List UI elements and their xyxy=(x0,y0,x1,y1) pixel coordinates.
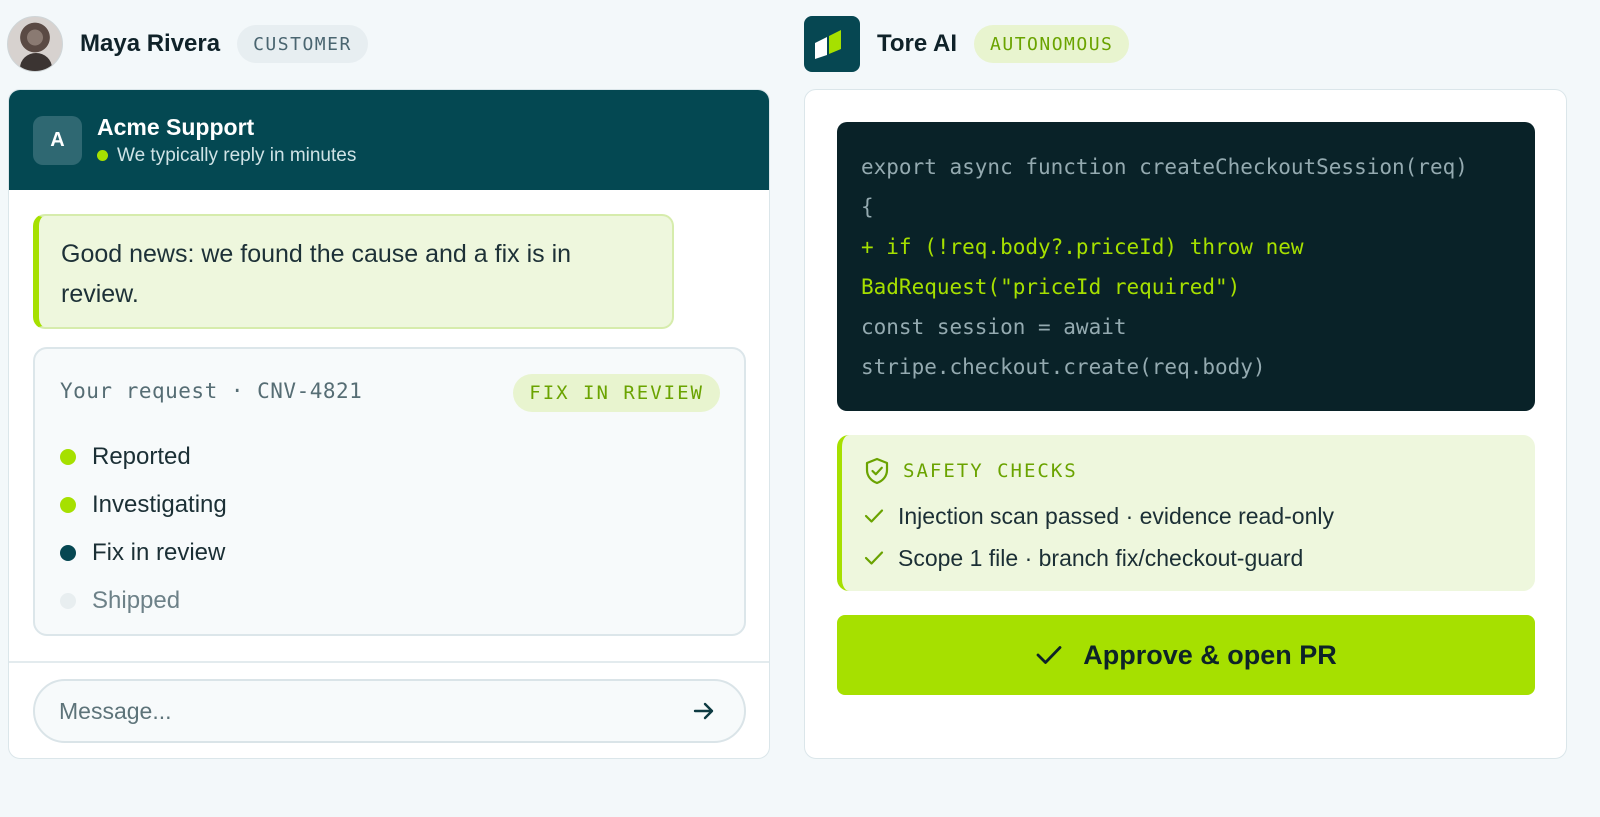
composer-divider xyxy=(9,661,769,663)
request-status-badge: FIX IN REVIEW xyxy=(513,374,720,412)
step-label: Shipped xyxy=(92,587,181,614)
customer-name: Maya Rivera xyxy=(80,30,221,57)
step-reported: Reported xyxy=(60,433,227,481)
step-current-icon xyxy=(60,545,76,561)
safety-check-list: Injection scan passed · evidence read-on… xyxy=(864,495,1334,579)
progress-steps: Reported Investigating Fix in review Shi… xyxy=(60,433,227,625)
chat-header: A Acme Support We typically reply in min… xyxy=(9,90,769,190)
support-message-bubble: Good news: we found the cause and a fix … xyxy=(33,214,674,329)
agent-header: Tore AI AUTONOMOUS xyxy=(804,16,1130,72)
step-investigating: Investigating xyxy=(60,481,227,529)
code-line-added: BadRequest("priceId required") xyxy=(861,275,1241,299)
safety-checks-panel: SAFETY CHECKS Injection scan passed · ev… xyxy=(837,435,1535,591)
step-label: Reported xyxy=(92,443,191,470)
check-icon xyxy=(864,509,884,523)
chat-widget: A Acme Support We typically reply in min… xyxy=(8,89,770,759)
chat-status: We typically reply in minutes xyxy=(97,145,356,167)
step-label: Fix in review xyxy=(92,539,226,566)
agent-mode-badge: AUTONOMOUS xyxy=(974,25,1130,63)
check-icon xyxy=(1036,646,1062,664)
code-line: stripe.checkout.create(req.body) xyxy=(861,355,1266,379)
safety-checks-title: SAFETY CHECKS xyxy=(903,460,1078,482)
code-line: export async function createCheckoutSess… xyxy=(861,155,1468,179)
send-button[interactable] xyxy=(688,695,720,727)
step-done-icon xyxy=(60,449,76,465)
safety-check-text: Scope 1 file · branch fix/checkout-guard xyxy=(898,544,1304,571)
request-status-card: Your request · CNV-4821 FIX IN REVIEW Re… xyxy=(33,347,746,636)
step-done-icon xyxy=(60,497,76,513)
safety-check-item: Injection scan passed · evidence read-on… xyxy=(864,495,1334,537)
code-line: const session = await xyxy=(861,315,1127,339)
safety-check-text: Injection scan passed · evidence read-on… xyxy=(898,502,1334,529)
tore-logo-icon xyxy=(804,16,860,72)
message-composer xyxy=(33,679,746,743)
request-id-label: Your request · CNV-4821 xyxy=(60,379,363,403)
code-diff: export async function createCheckoutSess… xyxy=(837,122,1535,411)
customer-header: Maya Rivera CUSTOMER xyxy=(7,16,368,72)
arrow-right-icon xyxy=(693,702,714,720)
online-status-icon xyxy=(97,150,108,161)
step-pending-icon xyxy=(60,593,76,609)
agent-panel: export async function createCheckoutSess… xyxy=(804,89,1567,759)
agent-name: Tore AI xyxy=(877,30,958,57)
approve-button-label: Approve & open PR xyxy=(1083,639,1337,670)
customer-avatar xyxy=(7,16,63,72)
step-label: Investigating xyxy=(92,491,227,518)
check-icon xyxy=(864,551,884,565)
step-shipped: Shipped xyxy=(60,577,227,625)
message-input[interactable] xyxy=(59,697,688,725)
step-fix-in-review: Fix in review xyxy=(60,529,227,577)
code-line: { xyxy=(861,195,874,219)
shield-check-icon xyxy=(865,457,889,485)
chat-title: Acme Support xyxy=(97,113,255,140)
chat-status-text: We typically reply in minutes xyxy=(117,144,357,166)
safety-check-item: Scope 1 file · branch fix/checkout-guard xyxy=(864,537,1334,579)
approve-open-pr-button[interactable]: Approve & open PR xyxy=(837,615,1535,695)
code-line-added: + if (!req.body?.priceId) throw new xyxy=(861,235,1304,259)
customer-role-badge: CUSTOMER xyxy=(237,25,368,63)
support-avatar: A xyxy=(33,115,82,165)
